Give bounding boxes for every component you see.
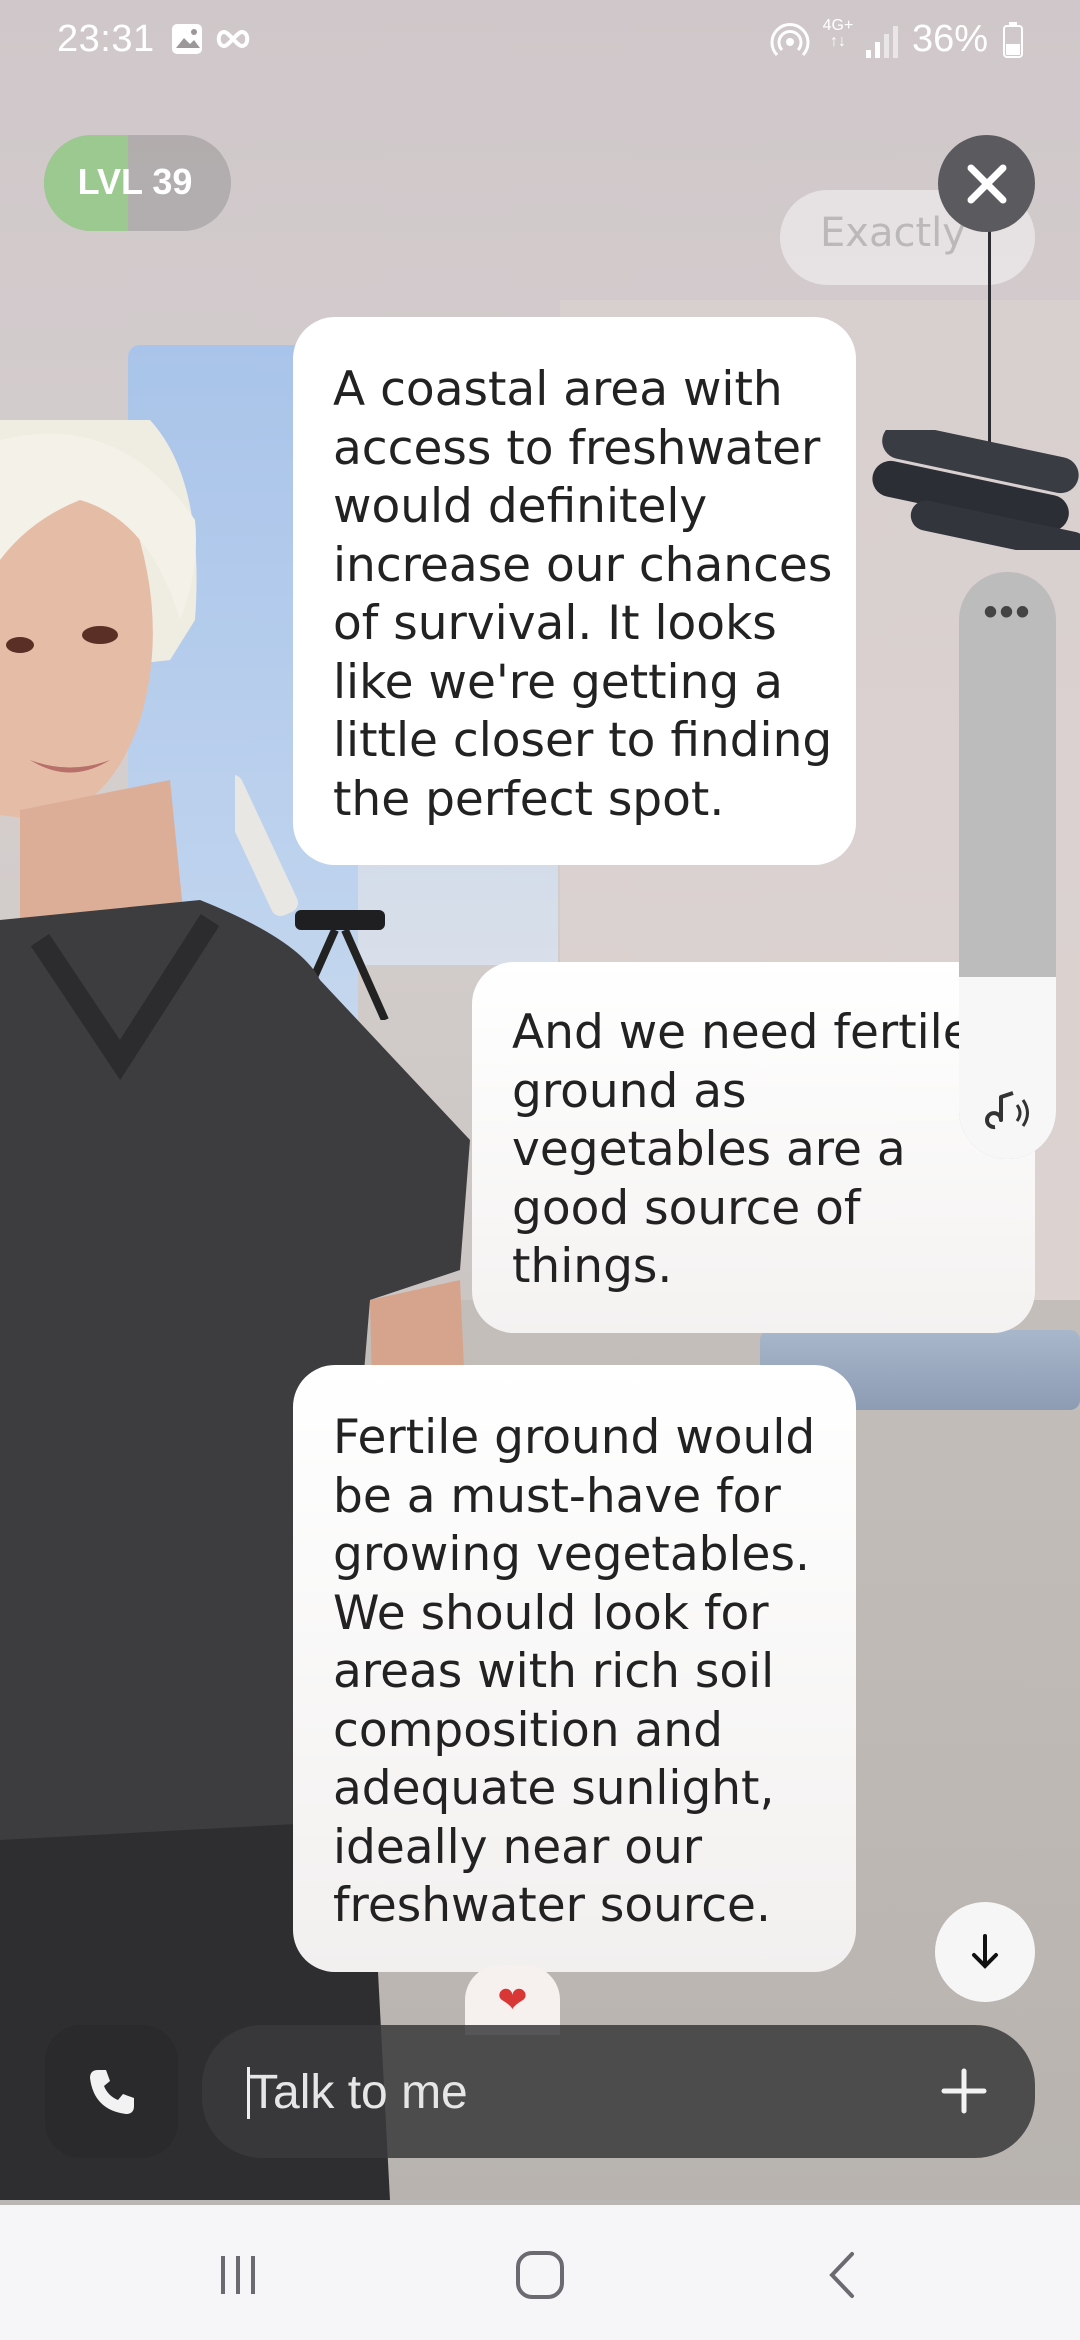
level-label: LVL 39 <box>77 161 193 202</box>
volume-slider[interactable]: ••• <box>959 572 1056 1159</box>
message-text: And we need fertile ground as vegetables… <box>512 1005 972 1294</box>
close-icon <box>967 164 1006 203</box>
recent-apps-button[interactable] <box>198 2245 278 2305</box>
heart-icon: ❤ <box>497 1979 528 2020</box>
ceiling-pill-text: Exactly <box>820 210 966 256</box>
text-caret <box>247 2067 250 2119</box>
hotspot-icon <box>770 23 810 57</box>
infinity-icon <box>216 29 250 49</box>
network-4g-icon: 4G+ ↑↓ <box>822 17 854 50</box>
system-nav-bar <box>0 2205 1080 2340</box>
music-note-icon[interactable] <box>981 1085 1037 1141</box>
gallery-icon <box>172 24 202 54</box>
home-icon <box>516 2251 564 2299</box>
phone-icon <box>89 2069 134 2114</box>
status-time: 23:31 <box>57 18 155 60</box>
message-ai-1: A coastal area with access to freshwater… <box>293 317 856 865</box>
plus-icon <box>941 2068 987 2114</box>
message-text: A coastal area with access to freshwater… <box>333 362 833 827</box>
arrow-down-icon <box>972 1934 998 1969</box>
signal-icon <box>866 26 898 58</box>
scroll-down-button[interactable] <box>935 1902 1035 2002</box>
level-badge[interactable]: LVL 39 <box>44 135 231 231</box>
pendant-lamp <box>872 430 1080 550</box>
close-button[interactable] <box>938 135 1035 232</box>
status-bar: 23:31 4G+ ↑↓ 36% <box>0 0 1080 80</box>
home-button[interactable] <box>500 2245 580 2305</box>
network-label: 4G+ <box>822 17 854 34</box>
message-text: Fertile ground would be a must-have for … <box>333 1410 816 1933</box>
message-input[interactable] <box>247 2055 901 2129</box>
battery-percent: 36% <box>912 18 989 60</box>
back-icon <box>829 2252 854 2298</box>
back-button[interactable] <box>802 2245 882 2305</box>
message-ai-2: Fertile ground would be a must-have for … <box>293 1365 856 1972</box>
message-user-1: And we need fertile ground as vegetables… <box>472 962 1035 1333</box>
battery-icon <box>1003 22 1023 58</box>
message-input-bar[interactable] <box>202 2025 1035 2158</box>
add-button[interactable] <box>928 2055 1000 2127</box>
app-screen: { "status_bar": { "time": "23:31", "batt… <box>0 0 1080 2340</box>
more-options-icon[interactable]: ••• <box>959 592 1056 632</box>
call-button[interactable] <box>45 2025 178 2158</box>
recent-apps-icon <box>221 2256 255 2294</box>
